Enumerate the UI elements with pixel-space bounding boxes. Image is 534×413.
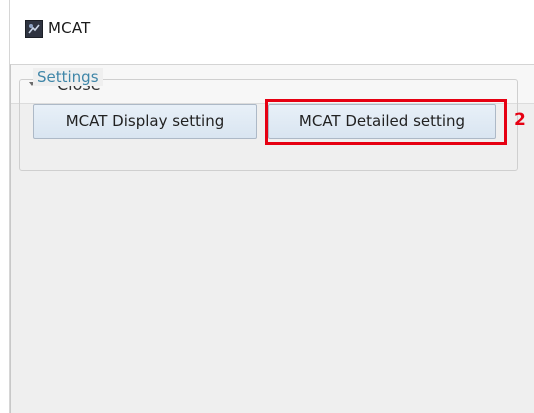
window-title: MCAT (48, 19, 91, 37)
annotation-highlight-box (265, 99, 507, 145)
settings-group-legend: Settings (33, 68, 103, 86)
mcat-app-icon (25, 20, 43, 38)
annotation-callout-number: 2 (514, 110, 526, 130)
mcat-window: MCAT Close Settings MCAT Display setting… (0, 0, 534, 413)
title-bar[interactable]: MCAT (10, 0, 534, 61)
mcat-display-setting-button[interactable]: MCAT Display setting (33, 104, 257, 139)
